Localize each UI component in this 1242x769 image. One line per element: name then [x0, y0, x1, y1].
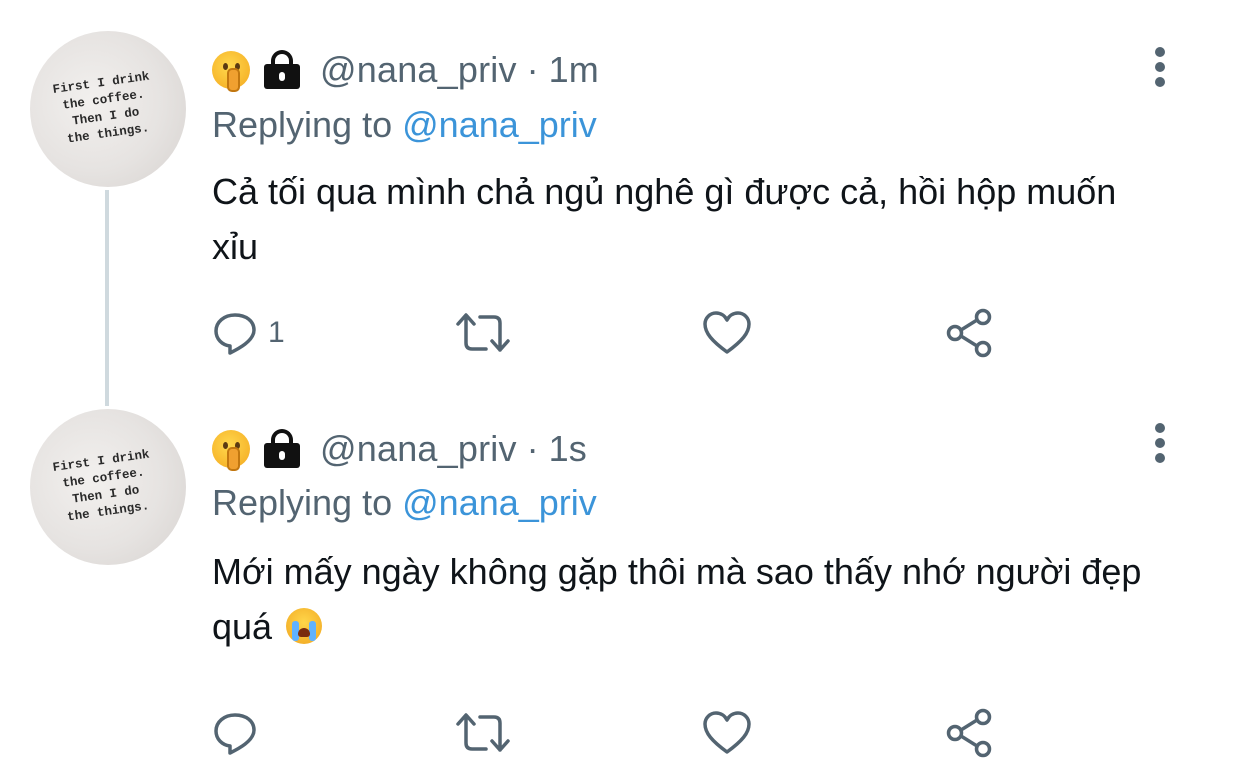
avatar[interactable]: First I drink the coffee. Then I do the … — [30, 409, 186, 565]
like-button[interactable] — [702, 308, 752, 358]
lock-icon — [262, 50, 300, 90]
tweet-timestamp[interactable]: 1s — [549, 428, 587, 470]
retweet-icon — [456, 313, 510, 352]
loudly-crying-face-emoji-icon — [286, 608, 323, 644]
heart-icon — [703, 711, 751, 754]
retweet-button[interactable] — [454, 308, 512, 358]
more-options-icon[interactable] — [1150, 45, 1172, 89]
user-handle[interactable]: @nana_priv — [320, 49, 517, 91]
lock-icon — [262, 429, 300, 469]
reply-icon — [214, 313, 256, 355]
replying-to-label: Replying to — [212, 104, 393, 145]
share-button[interactable] — [945, 708, 995, 758]
tweet-body: Cả tối qua mình chả ngủ nghê gì được cả,… — [212, 171, 1117, 267]
tweet-header: @nana_priv · 1m — [212, 46, 599, 94]
retweet-button[interactable] — [454, 708, 512, 758]
replying-to-mention[interactable]: @nana_priv — [402, 482, 597, 523]
tweet[interactable]: First I drink the coffee. Then I do the … — [0, 0, 1242, 378]
replying-to-line: Replying to @nana_priv — [212, 482, 597, 524]
like-button[interactable] — [702, 708, 752, 758]
tweet-text: Cả tối qua mình chả ngủ nghê gì được cả,… — [212, 164, 1172, 274]
avatar[interactable]: First I drink the coffee. Then I do the … — [30, 31, 186, 187]
replying-to-line: Replying to @nana_priv — [212, 104, 597, 146]
more-options-icon[interactable] — [1150, 421, 1172, 465]
share-button[interactable] — [945, 308, 995, 358]
avatar-image-text: First I drink the coffee. Then I do the … — [52, 447, 151, 525]
tweet-timestamp[interactable]: 1m — [549, 49, 599, 91]
reply-button[interactable]: 1 — [212, 308, 285, 358]
reply-icon — [214, 713, 256, 755]
shushing-face-emoji-icon — [212, 430, 250, 471]
tweet[interactable]: First I drink the coffee. Then I do the … — [0, 378, 1242, 769]
replying-to-mention[interactable]: @nana_priv — [402, 104, 597, 145]
reply-count: 1 — [268, 316, 285, 349]
heart-icon — [703, 311, 751, 354]
tweet-actions — [212, 708, 1012, 758]
shushing-face-emoji-icon — [212, 51, 250, 92]
reply-button[interactable] — [212, 708, 268, 758]
tweet-header: @nana_priv · 1s — [212, 425, 587, 473]
share-icon — [946, 708, 992, 758]
share-icon — [946, 308, 992, 358]
tweet-body: Mới mấy ngày không gặp thôi mà sao thấy … — [212, 551, 1142, 647]
tweet-thread: First I drink the coffee. Then I do the … — [0, 0, 1242, 769]
avatar-image-text: First I drink the coffee. Then I do the … — [52, 69, 151, 147]
retweet-icon — [456, 713, 510, 752]
user-handle[interactable]: @nana_priv — [320, 428, 517, 470]
tweet-actions: 1 — [212, 308, 1012, 358]
tweet-text: Mới mấy ngày không gặp thôi mà sao thấy … — [212, 544, 1172, 654]
separator-dot: · — [526, 49, 539, 90]
replying-to-label: Replying to — [212, 482, 393, 523]
separator-dot: · — [526, 428, 539, 469]
